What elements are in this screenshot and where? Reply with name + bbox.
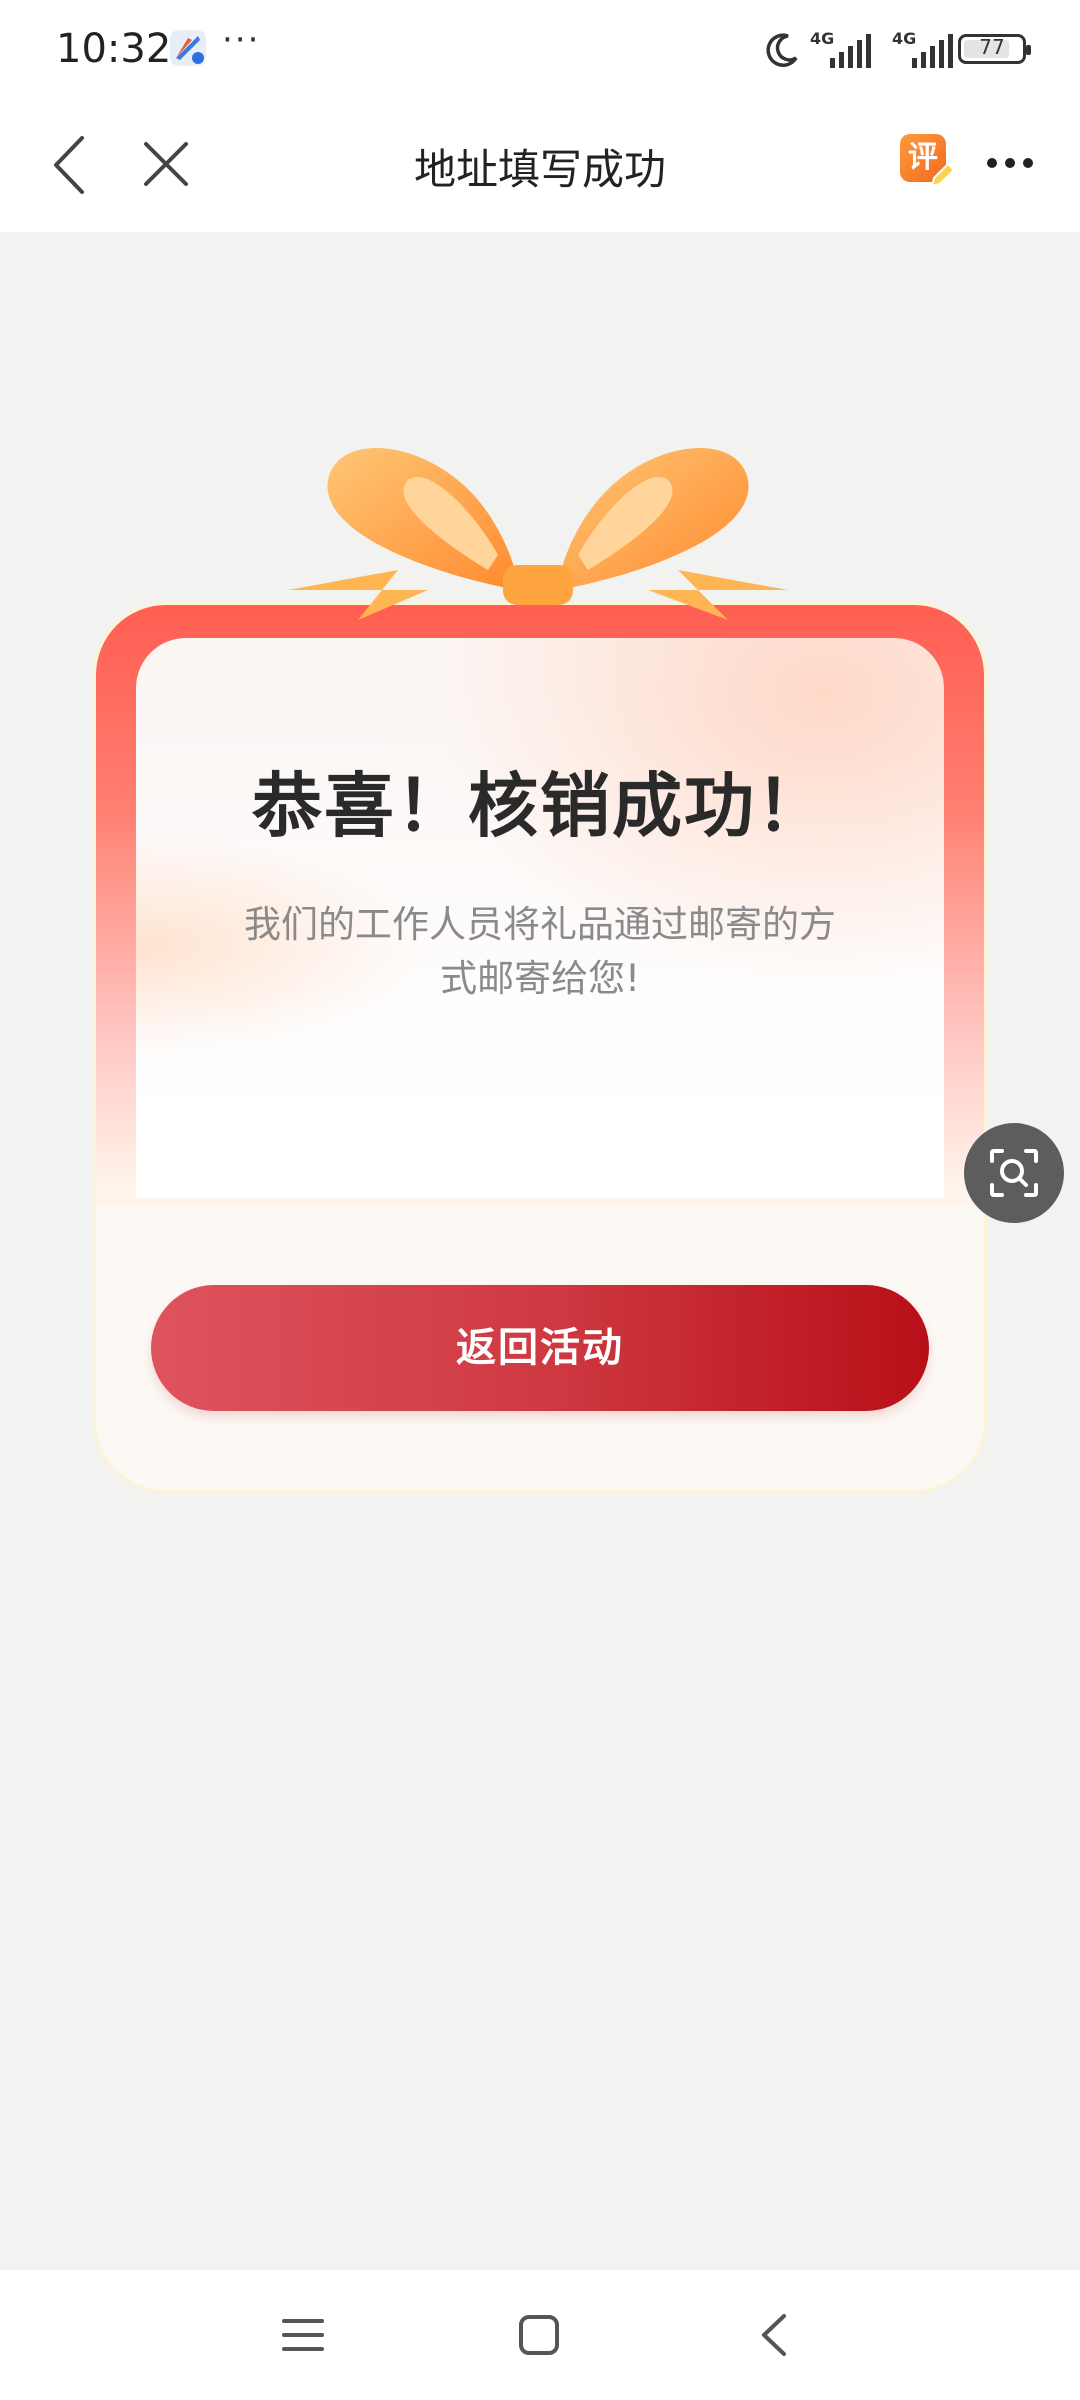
- menu-icon[interactable]: [280, 2315, 326, 2355]
- battery-percentage: 77: [979, 35, 1005, 59]
- home-icon[interactable]: [516, 2312, 562, 2358]
- cellular-signal-2-icon: 4G: [892, 28, 962, 72]
- lens-search-button[interactable]: [964, 1123, 1064, 1223]
- nav-back-icon[interactable]: [756, 2310, 792, 2360]
- system-nav-bar: [0, 2270, 1080, 2400]
- success-card: 恭喜！核销成功！ 我们的工作人员将礼品通过邮寄的方式邮寄给您! 返回活动: [96, 400, 984, 1490]
- svg-text:4G: 4G: [810, 29, 834, 48]
- more-icon[interactable]: [984, 148, 1036, 178]
- success-title: 恭喜！核销成功！: [252, 765, 828, 847]
- nav-bar: 地址填写成功 评: [0, 100, 1080, 232]
- app-notification-icon: [168, 28, 208, 68]
- svg-text:4G: 4G: [892, 29, 916, 48]
- gift-bow-icon: [288, 447, 788, 620]
- lens-search-icon: [990, 1149, 1038, 1197]
- cellular-signal-icon: 4G: [810, 28, 880, 72]
- battery-icon: 77: [958, 34, 1031, 64]
- do-not-disturb-moon-icon: [762, 30, 802, 70]
- status-more-indicator: ···: [222, 20, 261, 60]
- return-activity-button[interactable]: 返回活动: [151, 1285, 929, 1411]
- status-time: 10:32: [56, 26, 172, 72]
- pen-icon: [926, 160, 958, 192]
- status-bar: 10:32 ··· 4G 4G 77: [0, 0, 1080, 100]
- rate-icon[interactable]: 评: [900, 134, 956, 190]
- card-notch: [96, 1205, 984, 1260]
- battery-tip: [1026, 45, 1031, 55]
- success-description: 我们的工作人员将礼品通过邮寄的方式邮寄给您!: [244, 903, 836, 1000]
